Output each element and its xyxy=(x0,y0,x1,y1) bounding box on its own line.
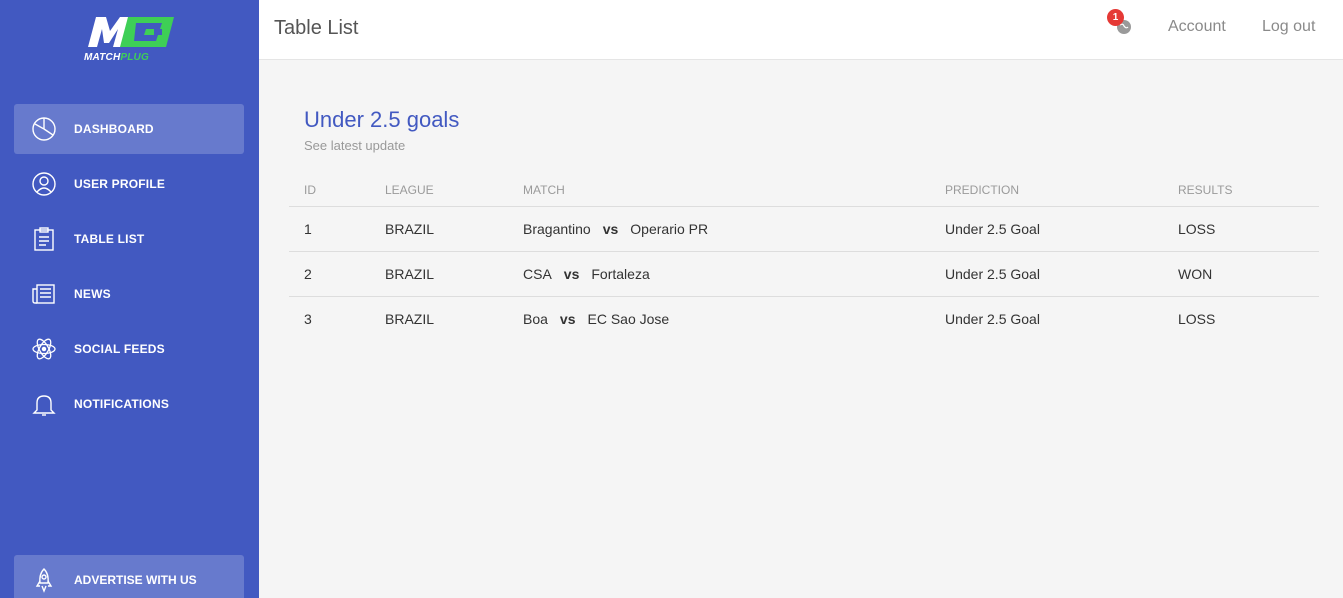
rocket-icon xyxy=(30,566,58,594)
away-team: Operario PR xyxy=(630,220,709,237)
vs-label: vs xyxy=(559,310,576,327)
newspaper-icon xyxy=(30,280,58,308)
cell-result: LOSS xyxy=(1163,206,1319,252)
sidebar-item-label: NOTIFICATIONS xyxy=(74,397,170,411)
atom-icon xyxy=(30,335,58,363)
table-row: 2 BRAZIL CSA vs Fortaleza Under 2.5 Goal W… xyxy=(289,251,1319,297)
column-header-id: ID xyxy=(289,175,370,207)
clipboard-icon xyxy=(30,225,58,253)
sidebar-item-user-profile[interactable]: USER PROFILE xyxy=(14,159,244,209)
home-team: Boa xyxy=(523,310,548,327)
column-header-prediction: PREDICTION xyxy=(930,175,1163,207)
table-header-row: ID LEAGUE MATCH PREDICTION RESULTS xyxy=(289,175,1319,207)
account-link[interactable]: Account xyxy=(1168,18,1226,36)
column-header-results: RESULTS xyxy=(1163,175,1319,207)
cell-id: 1 xyxy=(289,206,370,252)
vs-label: vs xyxy=(602,220,619,237)
logout-link[interactable]: Log out xyxy=(1262,18,1315,36)
sidebar-item-advertise[interactable]: ADVERTISE WITH US xyxy=(14,555,244,598)
cell-league: BRAZIL xyxy=(370,251,508,297)
sidebar-item-label: ADVERTISE WITH US xyxy=(74,573,197,587)
card-subtitle: See latest update xyxy=(304,138,406,153)
cell-match: Bragantino vs Operario PR xyxy=(508,206,930,252)
cell-match: CSA vs Fortaleza xyxy=(508,251,930,297)
card-title: Under 2.5 goals xyxy=(304,107,460,132)
page-title: Table List xyxy=(274,17,359,39)
home-team: Bragantino xyxy=(523,220,591,237)
cell-prediction: Under 2.5 Goal xyxy=(930,206,1163,252)
column-header-match: MATCH xyxy=(508,175,930,207)
sidebar-item-label: TABLE LIST xyxy=(74,232,145,246)
logo-wordmark: MATCHPLUG xyxy=(84,52,149,63)
sidebar-item-dashboard[interactable]: DASHBOARD xyxy=(14,104,244,154)
away-team: EC Sao Jose xyxy=(587,310,670,327)
sidebar-item-label: NEWS xyxy=(74,287,111,301)
sidebar: MATCHPLUG DASHBOARD USER PROFILE TABLE L… xyxy=(0,0,259,598)
cell-prediction: Under 2.5 Goal xyxy=(930,251,1163,297)
sidebar-nav: DASHBOARD USER PROFILE TABLE LIST NEWS S… xyxy=(14,104,244,434)
cell-id: 3 xyxy=(304,310,312,327)
column-header-league: LEAGUE xyxy=(370,175,508,207)
pie-chart-icon xyxy=(30,115,58,143)
cell-league: BRAZIL xyxy=(385,310,435,327)
sidebar-item-news[interactable]: NEWS xyxy=(14,269,244,319)
sidebar-item-label: USER PROFILE xyxy=(74,177,166,191)
cell-result: WON xyxy=(1163,251,1319,297)
predictions-table: ID LEAGUE MATCH PREDICTION RESULTS 1 BRA… xyxy=(289,175,1319,341)
table-row: 3 BRAZIL Boa vs EC Sao Jose Under 2.5 Goal… xyxy=(289,296,1319,341)
sidebar-item-label: SOCIAL FEEDS xyxy=(74,342,165,356)
sidebar-item-notifications[interactable]: NOTIFICATIONS xyxy=(14,379,244,429)
cell-result: LOSS xyxy=(1178,310,1216,327)
notification-badge: 1 xyxy=(1107,9,1124,26)
sidebar-item-label: DASHBOARD xyxy=(74,122,154,136)
cell-prediction: Under 2.5 Goal xyxy=(945,310,1040,327)
sidebar-item-table-list[interactable]: TABLE LIST xyxy=(14,214,244,264)
cell-league: BRAZIL xyxy=(370,206,508,252)
sidebar-item-social-feeds[interactable]: SOCIAL FEEDS xyxy=(14,324,244,374)
away-team: Fortaleza xyxy=(591,265,650,282)
cell-id: 2 xyxy=(289,251,370,297)
vs-label: vs xyxy=(563,265,580,282)
bell-icon xyxy=(30,390,58,418)
topbar: Table List 1 Account Log out xyxy=(259,0,1343,60)
cell-match: Boa vs EC Sao Jose xyxy=(508,296,930,341)
home-team: CSA xyxy=(523,265,552,282)
user-icon xyxy=(30,170,58,198)
table-row: 1 BRAZIL Bragantino vs Operario PR Under 2… xyxy=(289,206,1319,252)
